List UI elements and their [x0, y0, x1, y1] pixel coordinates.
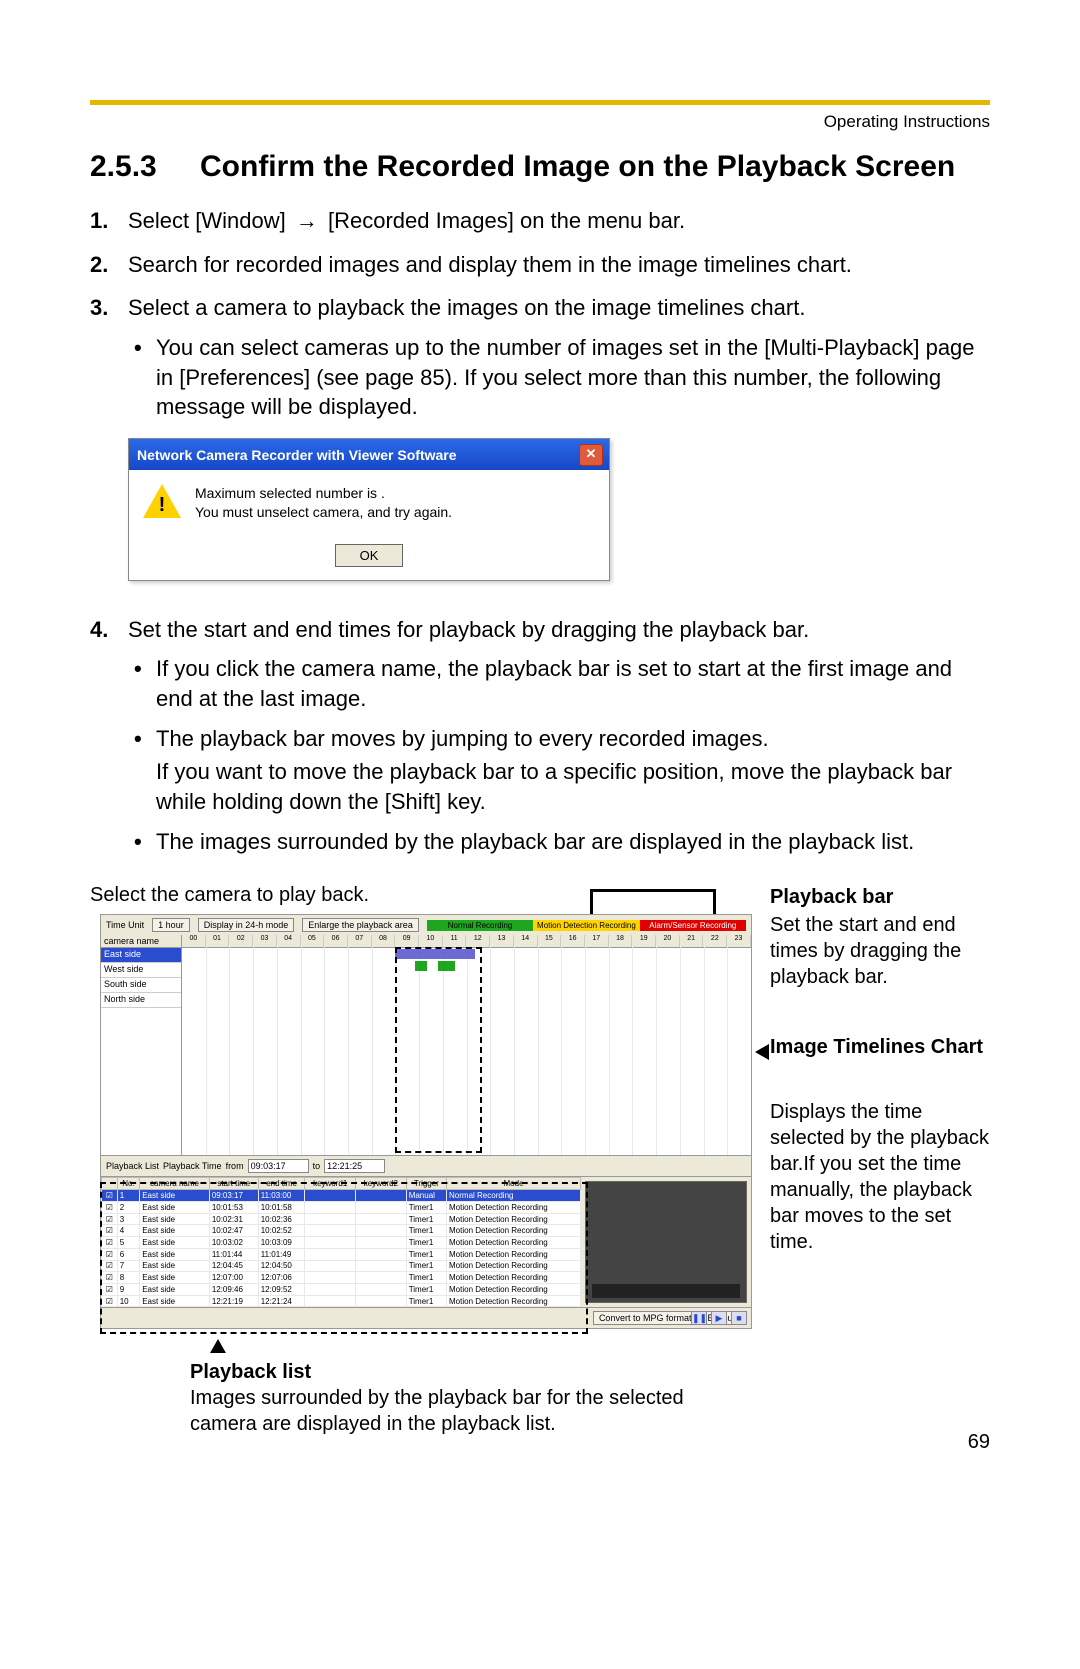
caption-select-camera: Select the camera to play back. [90, 884, 369, 907]
time-unit-label: Time Unit [106, 920, 144, 930]
callout-displays-time: Displays the time selected by the playba… [770, 1099, 1000, 1255]
table-row[interactable]: ☑9East side12:09:4612:09:52Timer1Motion … [102, 1283, 581, 1295]
image-timelines-chart[interactable]: camera name East side West side South si… [101, 935, 751, 1155]
playback-time-label: Playback Time [163, 1161, 222, 1171]
running-header: Operating Instructions [824, 112, 990, 132]
recording-legend: Normal Recording Motion Detection Record… [427, 920, 746, 931]
playback-from-input[interactable] [248, 1159, 309, 1173]
playback-list-label: Playback List [106, 1161, 159, 1171]
table-row[interactable]: ☑7East side12:04:4512:04:50Timer1Motion … [102, 1260, 581, 1272]
camera-thumbnail [585, 1181, 747, 1303]
table-row[interactable]: ☑10East side12:21:1912:21:24Timer1Motion… [102, 1295, 581, 1307]
callout-playback-list: Playback list [190, 1359, 750, 1385]
enlarge-button[interactable]: Enlarge the playback area [302, 918, 419, 932]
playback-window: Time Unit 1 hour Display in 24-h mode En… [100, 914, 752, 1329]
accent-rule [90, 100, 990, 105]
step-4: 4. Set the start and end times for playb… [90, 615, 990, 867]
playback-to-input[interactable] [324, 1159, 385, 1173]
dialog-title: Network Camera Recorder with Viewer Soft… [137, 446, 457, 465]
arrow-up-icon [210, 1339, 226, 1353]
display-24h-button[interactable]: Display in 24-h mode [198, 918, 295, 932]
step-3: 3. Select a camera to playback the image… [90, 293, 990, 600]
camera-row[interactable]: West side [101, 963, 181, 978]
section-heading: 2.5.3 Confirm the Recorded Image on the … [90, 150, 990, 184]
table-row[interactable]: ☑6East side11:01:4411:01:49Timer1Motion … [102, 1248, 581, 1260]
section-title: Confirm the Recorded Image on the Playba… [200, 150, 990, 184]
warning-dialog: Network Camera Recorder with Viewer Soft… [128, 438, 610, 580]
close-icon[interactable]: ✕ [579, 444, 603, 466]
camera-row[interactable]: North side [101, 993, 181, 1008]
table-row[interactable]: ☑5East side10:03:0210:03:09Timer1Motion … [102, 1237, 581, 1249]
table-row[interactable]: ☑8East side12:07:0012:07:06Timer1Motion … [102, 1272, 581, 1284]
convert-select[interactable]: Convert to MPG format [593, 1311, 698, 1325]
table-row[interactable]: ☑3East side10:02:3110:02:36Timer1Motion … [102, 1213, 581, 1225]
table-row[interactable]: ☑4East side10:02:4710:02:52Timer1Motion … [102, 1225, 581, 1237]
section-number: 2.5.3 [90, 150, 200, 184]
stop-icon[interactable]: ■ [731, 1311, 747, 1325]
camera-row[interactable]: South side [101, 978, 181, 993]
camera-row[interactable]: East side [101, 948, 181, 963]
arrow-left-icon [755, 1044, 769, 1060]
warning-icon [143, 484, 181, 518]
pause-icon[interactable]: ❚❚ [691, 1311, 707, 1325]
table-row[interactable]: ☑2East side10:01:5310:01:58Timer1Motion … [102, 1202, 581, 1214]
step-1: 1. Select [Window] → [Recorded Images] o… [90, 206, 990, 236]
table-row[interactable]: ☑1East side09:03:1711:03:00ManualNormal … [102, 1190, 581, 1202]
playback-list-table: No.camera namestart timeend timekeyword1… [101, 1177, 581, 1307]
ok-button[interactable]: OK [335, 544, 404, 568]
callout-timelines: Image Timelines Chart [770, 1034, 1000, 1060]
time-unit-select[interactable]: 1 hour [152, 918, 190, 932]
callout-playback-bar: Playback bar [770, 884, 1000, 910]
arrow-icon: → [296, 206, 318, 236]
step-3-bullet: You can select cameras up to the number … [156, 333, 990, 422]
play-icon[interactable]: ▶ [711, 1311, 727, 1325]
step-2: 2. Search for recorded images and displa… [90, 250, 990, 280]
page-number: 69 [968, 1431, 990, 1454]
playback-bar[interactable] [395, 947, 482, 1153]
